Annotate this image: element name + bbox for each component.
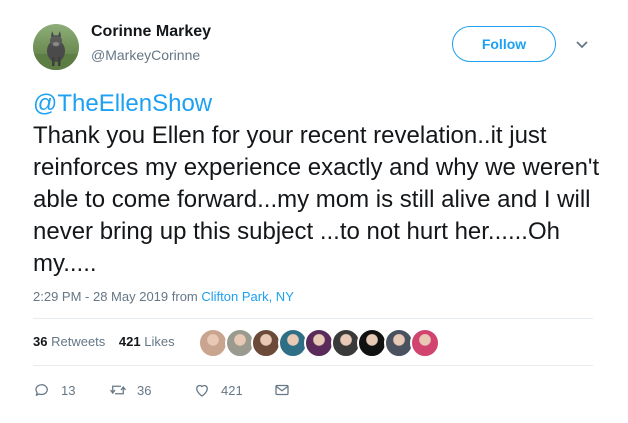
liker-avatar[interactable] — [330, 328, 361, 358]
retweets-stat[interactable]: 36 Retweets — [33, 334, 109, 349]
envelope-icon — [275, 384, 289, 396]
divider — [33, 365, 593, 366]
retweet-count: 36 — [137, 382, 152, 398]
tweet-text: @TheEllenShow Thank you Ellen for your r… — [33, 88, 603, 280]
retweets-label: Retweets — [51, 334, 106, 349]
tweet-body: Thank you Ellen for your recent revelati… — [33, 122, 600, 277]
avatar[interactable] — [33, 24, 79, 70]
liker-avatar[interactable] — [357, 328, 387, 358]
liker-avatar[interactable] — [198, 328, 228, 358]
retweet-button[interactable]: 36 — [109, 380, 151, 400]
location-link[interactable]: Clifton Park, NY — [201, 289, 293, 304]
user-handle[interactable]: @MarkeyCorinne — [91, 47, 200, 63]
more-options-button[interactable] — [574, 38, 590, 50]
like-button[interactable]: 421 — [193, 380, 243, 400]
divider — [33, 318, 593, 319]
timestamp[interactable]: 2:29 PM - 28 May 2019 — [33, 289, 168, 304]
retweet-icon — [109, 385, 127, 395]
tweet-card: Corinne Markey @MarkeyCorinne Follow @Th… — [0, 0, 628, 423]
tweet-stats: 36 Retweets 421 Likes — [33, 334, 185, 349]
liker-avatar[interactable] — [383, 328, 414, 358]
liker-avatar[interactable] — [410, 328, 440, 358]
reply-icon — [35, 384, 48, 396]
from-label: from — [171, 289, 198, 304]
reply-count: 13 — [61, 382, 76, 398]
reply-button[interactable]: 13 — [33, 380, 75, 400]
follow-button[interactable]: Follow — [452, 26, 556, 62]
chevron-down-icon — [576, 41, 588, 49]
tweet-meta: 2:29 PM - 28 May 2019 from Clifton Park,… — [33, 289, 294, 304]
liker-avatar[interactable] — [277, 328, 308, 358]
heart-icon — [196, 384, 208, 397]
retweets-count: 36 — [33, 334, 48, 349]
mention-link[interactable]: @TheEllenShow — [33, 88, 603, 120]
direct-message-button[interactable] — [273, 380, 291, 400]
likes-stat[interactable]: 421 Likes — [119, 334, 175, 349]
likes-label: Likes — [144, 334, 175, 349]
liker-avatar[interactable] — [304, 328, 334, 358]
liker-avatar[interactable] — [224, 328, 255, 358]
dog-photo-avatar-icon — [33, 31, 79, 70]
liker-avatar[interactable] — [251, 328, 281, 358]
user-name[interactable]: Corinne Markey — [91, 23, 211, 41]
like-count: 421 — [221, 382, 243, 398]
likes-count: 421 — [118, 334, 141, 349]
